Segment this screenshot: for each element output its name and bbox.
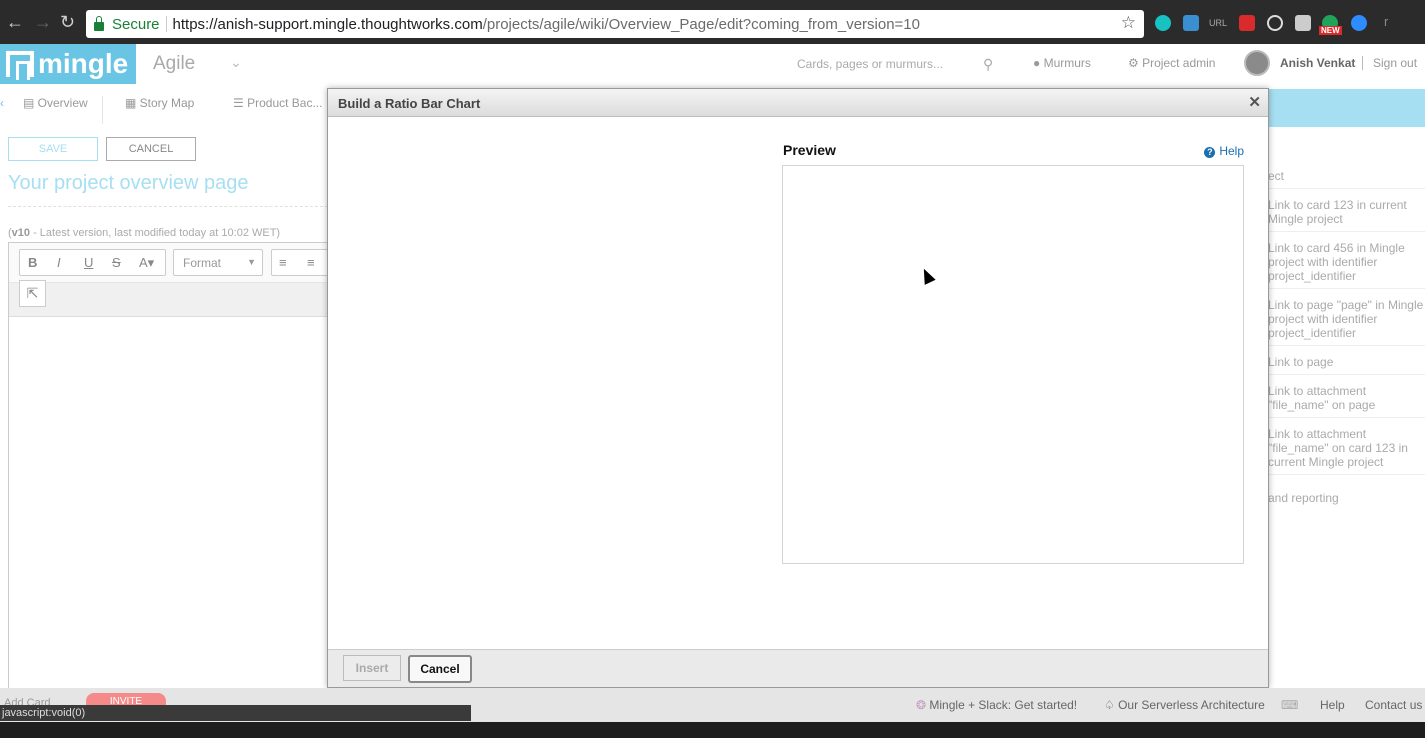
address-bar[interactable]: Secure https://anish-support.mingle.thou… bbox=[86, 10, 1144, 38]
extension-r-icon[interactable]: r bbox=[1384, 14, 1388, 29]
os-taskbar bbox=[0, 722, 1425, 738]
help-label: Help bbox=[1219, 144, 1244, 158]
dialog-title: Build a Ratio Bar Chart bbox=[338, 96, 481, 111]
serverless-link[interactable]: ♤ Our Serverless Architecture bbox=[1104, 698, 1265, 712]
slack-label: Mingle + Slack: Get started! bbox=[929, 698, 1078, 712]
extension-globe-icon[interactable] bbox=[1183, 15, 1199, 31]
browser-toolbar: ← → ↻ Secure https://anish-support.mingl… bbox=[0, 0, 1425, 44]
keyboard-icon[interactable]: ⌨ bbox=[1281, 698, 1298, 712]
help-link[interactable]: ? Help bbox=[1204, 144, 1244, 158]
help-icon: ? bbox=[1204, 147, 1216, 158]
dialog-header: Build a Ratio Bar Chart ✕ bbox=[328, 89, 1268, 117]
close-icon[interactable]: ✕ bbox=[1248, 93, 1261, 111]
extension-red-icon[interactable] bbox=[1239, 15, 1255, 31]
preview-heading: Preview bbox=[783, 142, 836, 158]
extension-url-icon[interactable]: URL bbox=[1209, 18, 1229, 34]
serverless-label: Our Serverless Architecture bbox=[1118, 698, 1265, 712]
extension-clock-icon[interactable] bbox=[1267, 15, 1283, 31]
new-badge: NEW bbox=[1319, 26, 1342, 35]
slack-icon: ❂ bbox=[916, 698, 930, 712]
ratio-bar-chart-dialog: Build a Ratio Bar Chart ✕ Preview ? Help … bbox=[327, 88, 1269, 688]
url-path: /projects/agile/wiki/Overview_Page/edit?… bbox=[482, 15, 920, 33]
chart-preview-area bbox=[782, 165, 1244, 564]
status-bar-url: javascript:void(0) bbox=[0, 705, 471, 721]
forward-icon[interactable]: → bbox=[34, 13, 52, 31]
dialog-footer: Insert Cancel bbox=[328, 649, 1268, 687]
dialog-cancel-button[interactable]: Cancel bbox=[408, 655, 472, 683]
footer-help-link[interactable]: Help bbox=[1320, 698, 1345, 712]
secure-label: Secure bbox=[112, 15, 160, 33]
insert-button[interactable]: Insert bbox=[343, 655, 401, 681]
lock-icon bbox=[94, 15, 104, 31]
extension-m-icon[interactable] bbox=[1155, 15, 1171, 31]
reload-icon[interactable]: ↻ bbox=[60, 13, 75, 31]
bell-icon: ♤ bbox=[1104, 698, 1119, 712]
contact-us-link[interactable]: Contact us bbox=[1365, 698, 1422, 712]
back-icon[interactable]: ← bbox=[6, 13, 24, 31]
slack-link[interactable]: ❂ Mingle + Slack: Get started! bbox=[916, 698, 1077, 712]
bookmark-star-icon[interactable]: ☆ bbox=[1121, 13, 1136, 33]
extension-zoom-icon[interactable] bbox=[1351, 15, 1367, 31]
extension-grey-icon[interactable] bbox=[1295, 15, 1311, 31]
url-separator bbox=[165, 16, 167, 32]
url-host: https://anish-support.mingle.thoughtwork… bbox=[172, 15, 483, 33]
